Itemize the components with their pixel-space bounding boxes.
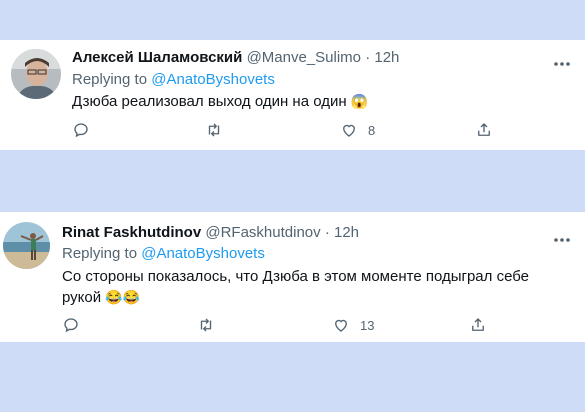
retweet-icon (208, 123, 220, 137)
retweet-icon (200, 318, 212, 332)
share-icon (472, 318, 484, 331)
share-button[interactable] (475, 120, 493, 140)
more-options-icon[interactable] (553, 230, 571, 242)
author-name[interactable]: Rinat Faskhutdinov (62, 224, 201, 241)
beach-photo-icon (3, 222, 50, 269)
avatar[interactable] (3, 222, 50, 269)
author-handle[interactable]: @Manve_Sulimo (247, 49, 361, 66)
author-line: Rinat Faskhutdinov @RFaskhutdinov · 12h (62, 224, 359, 242)
more-options-icon[interactable] (553, 54, 571, 66)
tweet-time[interactable]: 12h (374, 49, 399, 66)
share-button[interactable] (469, 315, 487, 335)
heart-icon (343, 124, 355, 137)
tweet-time[interactable]: 12h (334, 224, 359, 241)
heart-icon (335, 319, 347, 332)
reply-button[interactable] (62, 315, 80, 335)
tweet-text-content: Дзюба реализовал выход один на один (72, 93, 347, 110)
like-count: 13 (360, 317, 375, 333)
like-count: 8 (368, 122, 376, 138)
tweet-card[interactable]: Алексей Шаламовский @Manve_Sulimo · 12h … (0, 40, 585, 150)
replying-prefix: Replying to (72, 71, 148, 88)
separator-dot: · (324, 224, 330, 241)
mention-link[interactable]: @AnatoByshovets (141, 245, 265, 262)
avatar[interactable] (11, 49, 61, 99)
tweet-text: Дзюба реализовал выход один на один 😱 (72, 91, 552, 112)
author-handle[interactable]: @RFaskhutdinov (205, 224, 320, 241)
reply-button[interactable] (72, 120, 90, 140)
tweet-emoji: 😂😂 (105, 289, 141, 305)
tweet-text: Со стороны показалось, что Дзюба в этом … (62, 267, 552, 308)
tweet-actions: 13 (0, 315, 585, 335)
author-line: Алексей Шаламовский @Manve_Sulimo · 12h (72, 49, 399, 67)
user-photo-icon (11, 49, 61, 99)
retweet-button[interactable] (197, 315, 215, 335)
like-button[interactable]: 13 (332, 315, 374, 335)
like-button[interactable]: 8 (340, 120, 375, 140)
reply-icon (74, 123, 88, 138)
tweet-actions: 8 (0, 120, 585, 140)
tweet-card[interactable]: Rinat Faskhutdinov @RFaskhutdinov · 12h … (0, 212, 585, 342)
reply-icon (64, 318, 78, 333)
replying-to: Replying to @AnatoByshovets (72, 71, 275, 89)
retweet-button[interactable] (205, 120, 223, 140)
replying-prefix: Replying to (62, 245, 138, 262)
mention-link[interactable]: @AnatoByshovets (151, 71, 275, 88)
author-name[interactable]: Алексей Шаламовский (72, 49, 242, 66)
separator-dot: · (365, 49, 371, 66)
replying-to: Replying to @AnatoByshovets (62, 245, 265, 263)
share-icon (478, 123, 490, 136)
tweet-emoji: 😱 (350, 93, 369, 109)
